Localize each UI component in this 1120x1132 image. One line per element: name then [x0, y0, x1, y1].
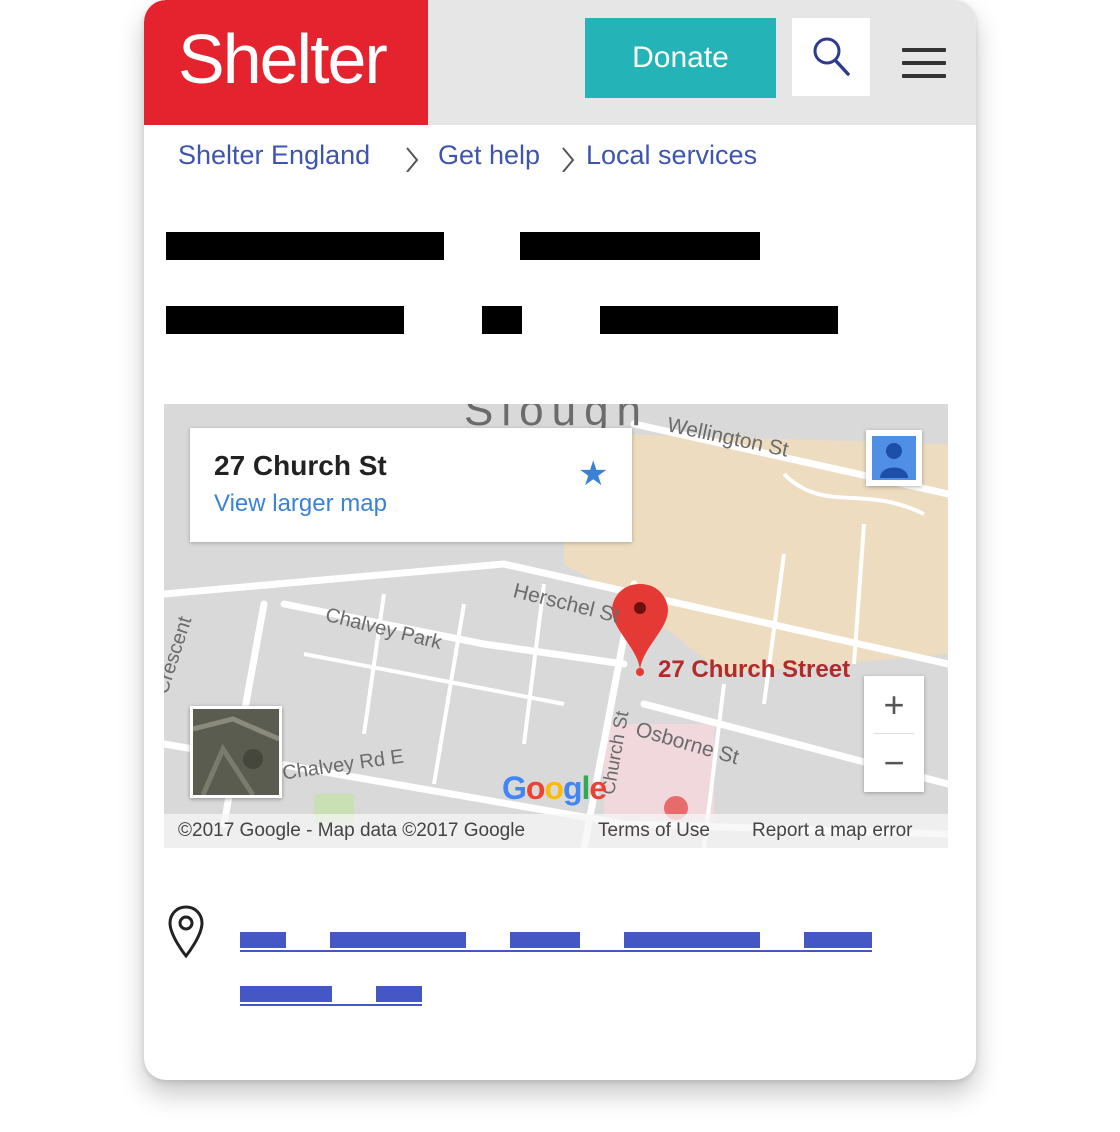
menu-icon[interactable] [902, 42, 948, 84]
redacted-address-link[interactable] [330, 932, 466, 948]
location-pin-icon [168, 905, 204, 959]
redacted-text [600, 306, 838, 334]
breadcrumb-separator [560, 144, 576, 179]
redacted-address-link[interactable] [624, 932, 760, 948]
embedded-map[interactable]: Slough Wellington St Herschel St Chalvey… [164, 404, 948, 848]
zoom-in-button[interactable]: + [864, 676, 924, 734]
map-attribution-bar: ©2017 Google - Map data ©2017 Google Ter… [164, 814, 948, 848]
mobile-page-card: Shelter Donate Shelter England Get help … [144, 0, 976, 1080]
redacted-address-link[interactable] [804, 932, 872, 948]
breadcrumb-shelter-england[interactable]: Shelter England [178, 140, 370, 171]
breadcrumb-local-services[interactable]: Local services [586, 140, 757, 171]
link-underline [240, 950, 872, 952]
star-icon[interactable]: ★ [578, 454, 608, 494]
map-zoom-control: + − [864, 676, 924, 792]
map-attribution: ©2017 Google - Map data ©2017 Google [178, 820, 526, 841]
breadcrumb-get-help[interactable]: Get help [438, 140, 540, 171]
satellite-view-toggle[interactable] [190, 706, 282, 798]
redacted-address-link[interactable] [376, 986, 422, 1002]
report-map-error-link[interactable]: Report a map error [752, 820, 913, 842]
link-underline [240, 1004, 422, 1006]
shelter-logo[interactable]: Shelter [144, 0, 428, 125]
donate-button[interactable]: Donate [585, 18, 776, 98]
search-icon [813, 37, 850, 76]
redacted-text [166, 232, 444, 260]
google-logo: Google [502, 770, 607, 806]
redacted-address-link[interactable] [240, 932, 286, 948]
redacted-address-link[interactable] [240, 986, 332, 1002]
zoom-out-button[interactable]: − [864, 734, 924, 792]
site-header: Shelter Donate [144, 0, 976, 125]
redacted-text [166, 306, 404, 334]
pegman-icon[interactable] [866, 430, 922, 486]
terms-of-use-link[interactable]: Terms of Use [598, 820, 710, 842]
view-larger-map-link[interactable]: View larger map [214, 490, 387, 518]
breadcrumb-separator [404, 144, 420, 179]
redacted-address-link[interactable] [510, 932, 580, 948]
map-pin-label: 27 Church Street [658, 656, 851, 683]
redacted-text [482, 306, 522, 334]
search-button[interactable] [792, 18, 870, 96]
redacted-text [520, 232, 760, 260]
map-info-window: 27 Church St View larger map ★ [190, 428, 632, 542]
map-info-title: 27 Church St [214, 450, 387, 481]
